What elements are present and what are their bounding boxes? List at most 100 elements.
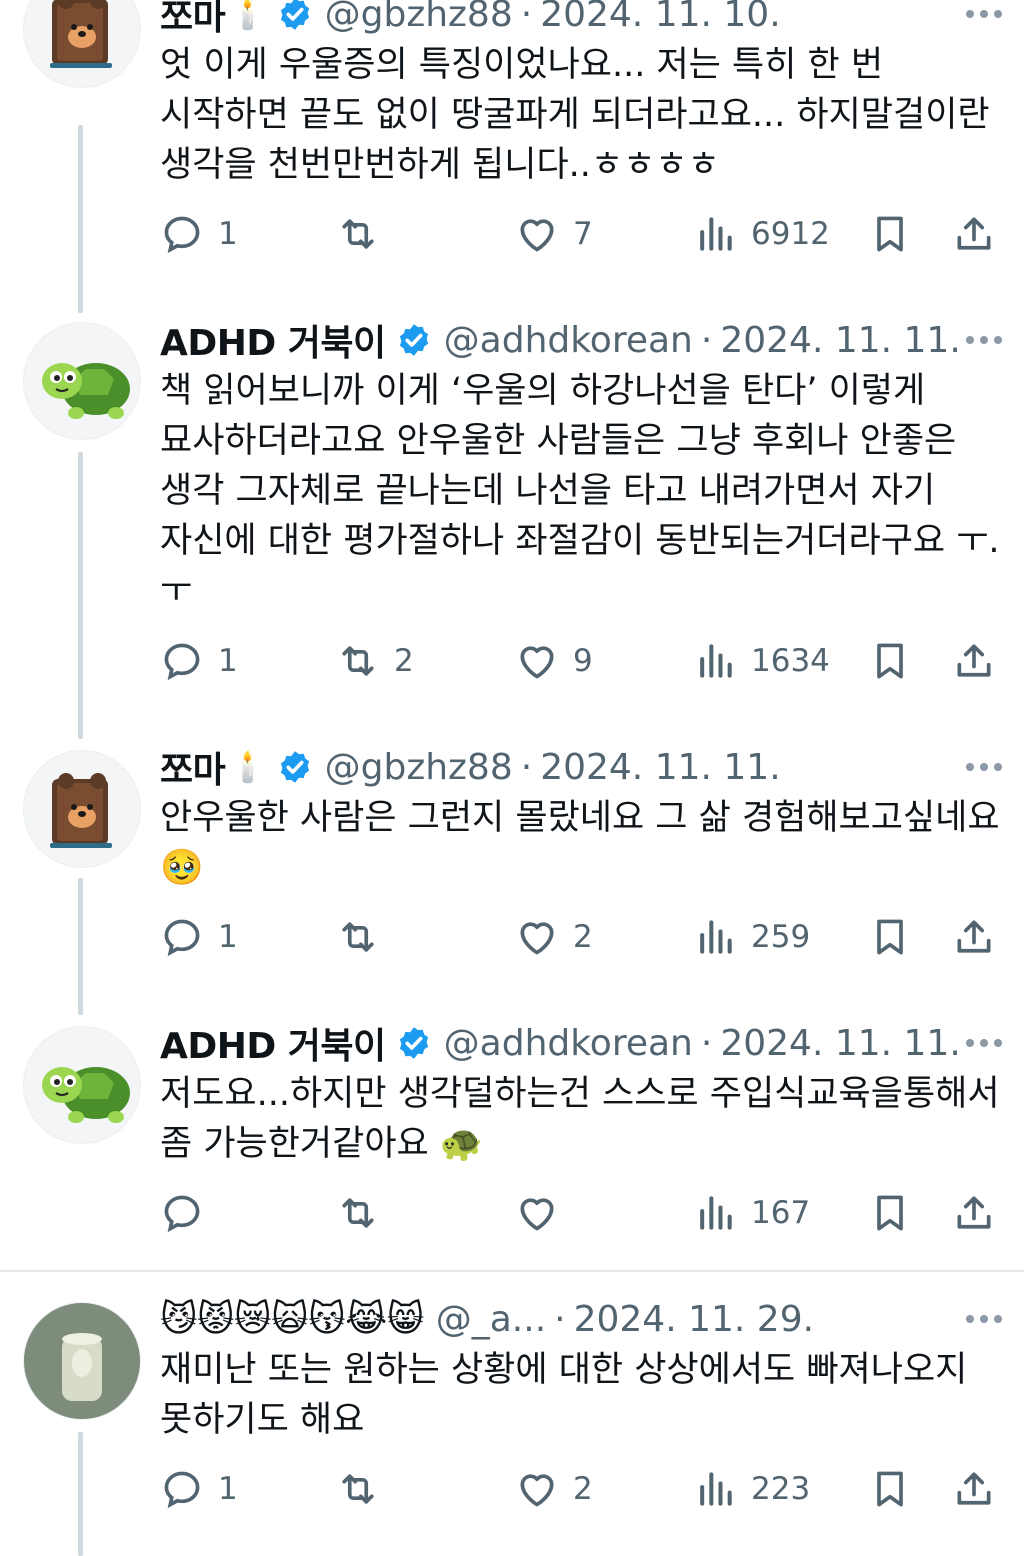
tweet-actions: 167 <box>160 1188 1004 1238</box>
speech-bubble-icon <box>164 1471 200 1509</box>
candle-emoji: 🕯️ <box>229 0 267 32</box>
more-options-button[interactable] <box>966 739 1002 795</box>
share-button[interactable] <box>952 636 996 686</box>
views-button[interactable]: 223 <box>693 1464 810 1514</box>
avatar-bear-book[interactable] <box>23 0 141 88</box>
heart-icon <box>520 922 554 955</box>
separator-dot: · <box>700 319 713 361</box>
display-name[interactable]: 쪼마 <box>160 741 226 793</box>
turtle-icon <box>42 1067 130 1123</box>
more-options-button[interactable] <box>966 1291 1002 1347</box>
divider <box>0 1270 1024 1272</box>
verified-badge-icon <box>399 324 428 356</box>
handle[interactable]: @adhdkorean <box>444 320 693 361</box>
bookmark-button[interactable] <box>868 209 912 259</box>
view-count: 259 <box>751 919 811 955</box>
reply-count: 1 <box>218 643 238 679</box>
share-upload-icon <box>957 1196 991 1229</box>
like-button[interactable]: 2 <box>515 912 593 962</box>
thread-line <box>78 452 83 739</box>
like-count: 2 <box>573 919 593 955</box>
avatar-turtle[interactable] <box>23 322 141 440</box>
timestamp[interactable]: 2024. 11. 11. <box>540 747 780 788</box>
like-count: 7 <box>573 216 593 252</box>
handle[interactable]: @gbzhz88 <box>325 747 513 788</box>
thread-line <box>78 878 83 1015</box>
share-upload-icon <box>957 1472 991 1505</box>
bookmark-button[interactable] <box>868 1188 912 1238</box>
retweet-count: 2 <box>394 643 414 679</box>
display-name[interactable]: ADHD 거북이 <box>160 1017 386 1069</box>
bar-chart-icon <box>700 1196 732 1230</box>
share-button[interactable] <box>952 1464 996 1514</box>
display-name[interactable]: 쪼마 <box>160 0 226 40</box>
bar-chart-icon <box>700 920 732 954</box>
retweet-button[interactable] <box>336 209 394 259</box>
share-upload-icon <box>957 644 991 677</box>
retweet-arrows-icon <box>342 646 374 676</box>
tweet-text: 책 읽어보니까 이게 ‘우울의 하강나선을 탄다’ 이렇게 묘사하더라고요 안우… <box>160 371 1000 606</box>
timestamp[interactable]: 2024. 11. 10. <box>540 0 780 35</box>
reply-button[interactable] <box>160 1188 218 1238</box>
retweet-button[interactable] <box>336 1464 394 1514</box>
reply-button[interactable]: 1 <box>160 209 238 259</box>
tweet-actions: 1 7 6912 <box>160 209 1004 259</box>
views-button[interactable]: 259 <box>693 912 810 962</box>
bear-book-icon <box>50 773 112 848</box>
speech-bubble-icon <box>164 216 200 254</box>
reply-count: 1 <box>218 216 238 252</box>
verified-badge-icon <box>399 1027 428 1059</box>
views-button[interactable]: 6912 <box>693 209 830 259</box>
bookmark-button[interactable] <box>868 636 912 686</box>
speech-bubble-icon <box>164 1195 200 1233</box>
avatar-turtle[interactable] <box>23 1026 141 1144</box>
retweet-button[interactable]: 2 <box>336 636 414 686</box>
display-name[interactable]: 😼😾😿🙀😽😹😸 <box>160 1299 424 1340</box>
views-button[interactable]: 1634 <box>693 636 830 686</box>
share-button[interactable] <box>952 912 996 962</box>
separator-dot: · <box>520 0 533 35</box>
reply-button[interactable]: 1 <box>160 912 238 962</box>
more-options-button[interactable] <box>966 312 1002 368</box>
like-button[interactable] <box>515 1188 573 1238</box>
bookmark-icon <box>877 643 903 679</box>
thread-line <box>78 1432 83 1556</box>
handle[interactable]: @gbzhz88 <box>325 0 513 35</box>
share-button[interactable] <box>952 1188 996 1238</box>
retweet-button[interactable] <box>336 912 394 962</box>
display-name[interactable]: ADHD 거북이 <box>160 314 386 366</box>
views-button[interactable]: 167 <box>693 1188 810 1238</box>
bookmark-icon <box>877 919 903 955</box>
bookmark-icon <box>877 216 903 252</box>
bookmark-button[interactable] <box>868 912 912 962</box>
avatar-bear-book[interactable] <box>23 750 141 868</box>
retweet-button[interactable] <box>336 1188 394 1238</box>
heart-icon <box>520 1198 554 1231</box>
timestamp[interactable]: 2024. 11. 11. <box>720 320 960 361</box>
reply-count: 1 <box>218 1471 238 1507</box>
handle[interactable]: @adhdkorean <box>444 1023 693 1064</box>
bookmark-icon <box>877 1195 903 1231</box>
timestamp[interactable]: 2024. 11. 29. <box>574 1299 814 1340</box>
handle[interactable]: @_a... <box>436 1299 546 1340</box>
share-button[interactable] <box>952 209 996 259</box>
reply-button[interactable]: 1 <box>160 1464 238 1514</box>
heart-icon <box>520 219 554 252</box>
bookmark-button[interactable] <box>868 1464 912 1514</box>
like-button[interactable]: 7 <box>515 209 593 259</box>
like-button[interactable]: 9 <box>515 636 593 686</box>
tweet-actions: 1 2 9 1634 <box>160 636 1004 686</box>
timestamp[interactable]: 2024. 11. 11. <box>720 1023 960 1064</box>
heart-icon <box>520 1474 554 1507</box>
more-options-button[interactable] <box>966 0 1002 42</box>
tweet-header: ADHD 거북이 @adhdkorean · 2024. 11. 11. <box>160 1015 1004 1071</box>
reply-button[interactable]: 1 <box>160 636 238 686</box>
reply-count: 1 <box>218 919 238 955</box>
view-count: 167 <box>751 1195 811 1231</box>
more-options-button[interactable] <box>966 1015 1002 1071</box>
speech-bubble-icon <box>164 643 200 681</box>
retweet-arrows-icon <box>342 1474 374 1504</box>
like-button[interactable]: 2 <box>515 1464 593 1514</box>
avatar-candle-photo[interactable] <box>23 1302 141 1420</box>
tweet-text: 안우울한 사람은 그런지 몰랐네요 그 삶 경험해보고싶네요🥹 <box>160 798 1000 888</box>
